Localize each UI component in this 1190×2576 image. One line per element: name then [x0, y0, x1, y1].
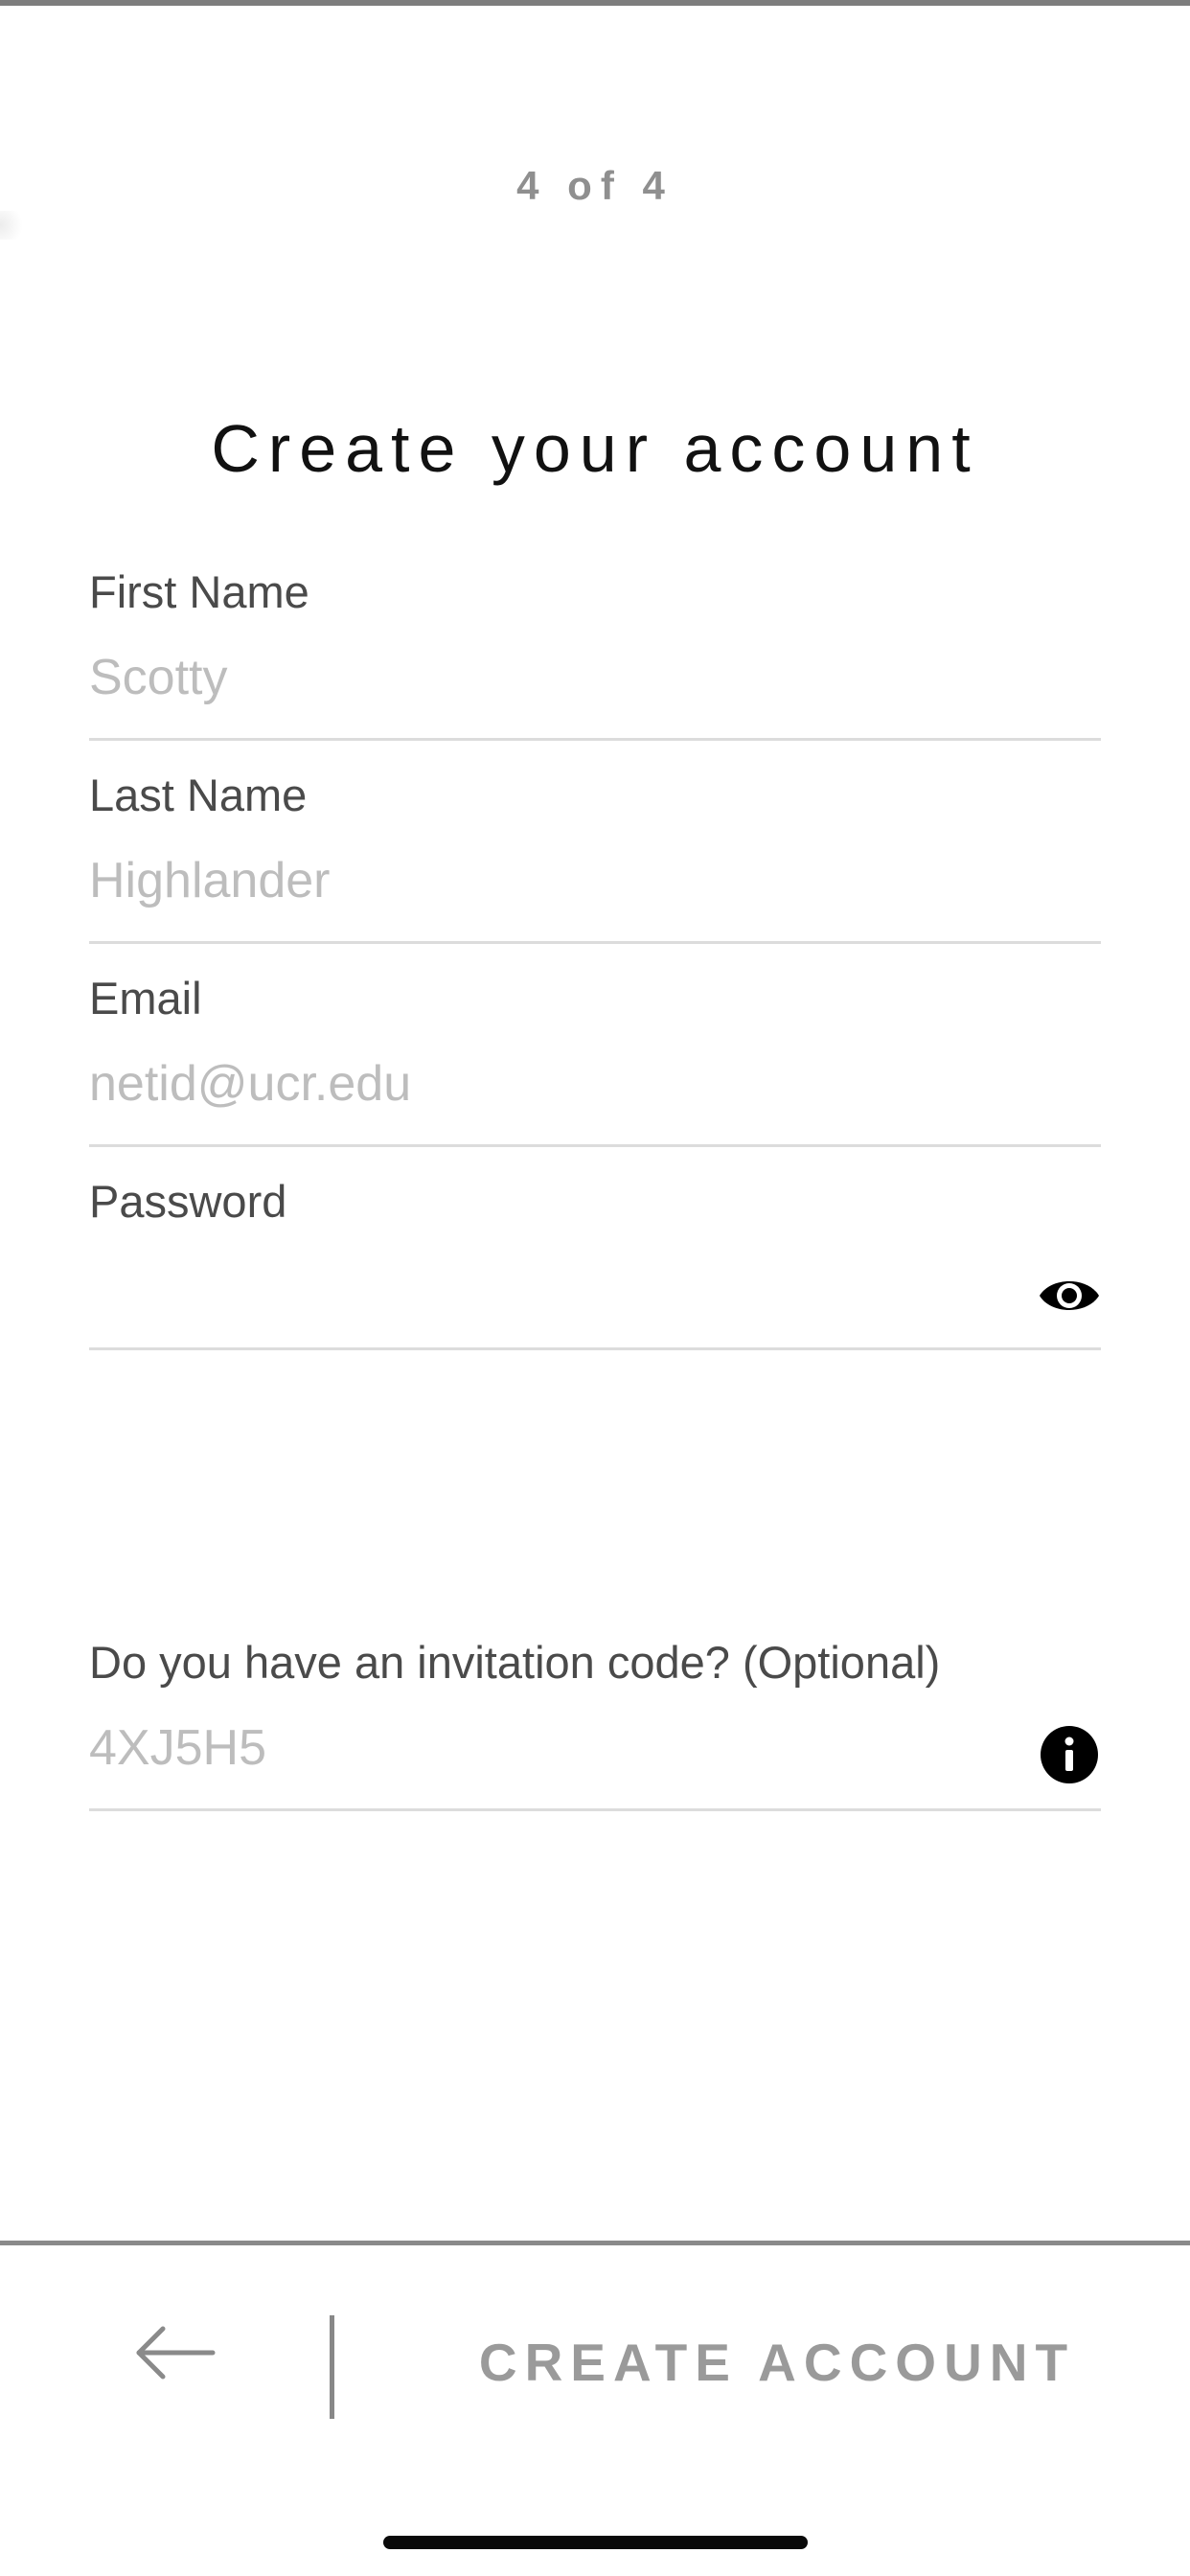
- footer-divider: [330, 2315, 334, 2419]
- page-title: Create your account: [211, 411, 979, 486]
- last-name-label: Last Name: [89, 770, 308, 820]
- password-label: Password: [89, 1176, 287, 1227]
- password-field: Password: [89, 1175, 1101, 1350]
- create-account-button[interactable]: CREATE ACCOUNT: [364, 2319, 1190, 2405]
- invitation-code-label: Do you have an invitation code? (Optiona…: [89, 1637, 941, 1688]
- first-name-field: First Name: [89, 565, 1101, 741]
- first-name-input[interactable]: [89, 644, 1009, 711]
- last-name-field: Last Name: [89, 769, 1101, 944]
- back-button[interactable]: [125, 2319, 220, 2386]
- email-label: Email: [89, 973, 202, 1024]
- invitation-code-field: Do you have an invitation code? (Optiona…: [89, 1636, 1101, 1811]
- email-input[interactable]: [89, 1050, 1009, 1117]
- edge-shadow: [0, 211, 29, 240]
- first-name-label: First Name: [89, 566, 309, 617]
- home-indicator: [383, 2536, 808, 2549]
- password-input[interactable]: [89, 1254, 951, 1321]
- email-field: Email: [89, 972, 1101, 1147]
- arrow-left-icon: [125, 2326, 220, 2390]
- top-rule: [0, 0, 1190, 6]
- footer-rule: [0, 2241, 1190, 2245]
- eye-icon[interactable]: [1038, 1273, 1101, 1319]
- last-name-input[interactable]: [89, 847, 1009, 914]
- info-icon[interactable]: [1041, 1726, 1098, 1783]
- invitation-code-input[interactable]: [89, 1714, 951, 1782]
- step-indicator: 4 of 4: [516, 163, 674, 208]
